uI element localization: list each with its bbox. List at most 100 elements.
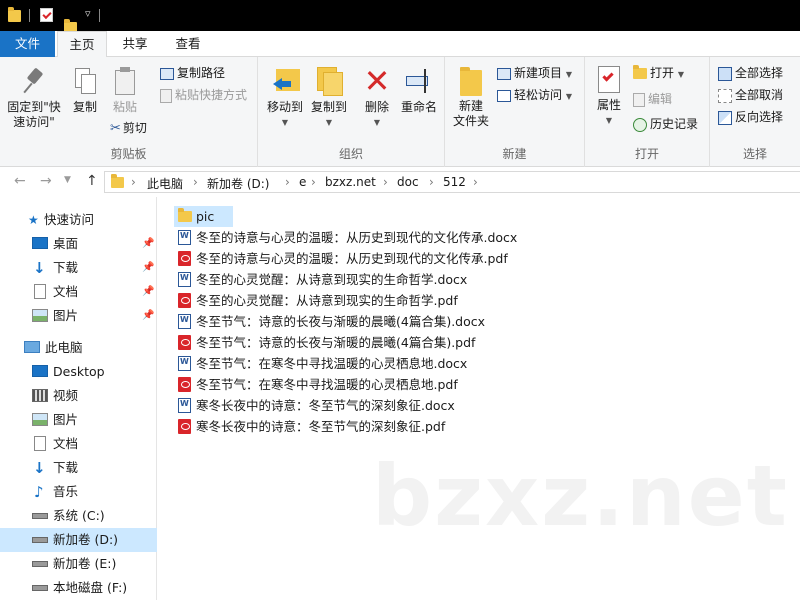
- breadcrumb-chevron[interactable]: ›: [311, 175, 316, 189]
- new-folder-button[interactable]: 新建 文件夹: [448, 65, 494, 129]
- word-document-icon: [178, 314, 191, 329]
- recent-chevron-down-icon[interactable]: ▼: [64, 175, 71, 185]
- file-tab[interactable]: 文件: [0, 31, 55, 57]
- move-to-label: 移动到: [266, 100, 303, 114]
- file-name: 寒冬长夜中的诗意：冬至节气的深刻象征.docx: [196, 398, 455, 413]
- cut-button[interactable]: ✂ 剪切: [110, 118, 147, 138]
- sidebar-item-desktop[interactable]: 桌面 📌: [0, 232, 157, 256]
- pin-icon[interactable]: 📌: [142, 304, 154, 328]
- breadcrumb-doc[interactable]: doc: [397, 175, 419, 189]
- sidebar-item-videos[interactable]: 视频: [0, 384, 157, 408]
- tab-view[interactable]: 查看: [163, 31, 213, 57]
- file-name: pic: [196, 209, 215, 224]
- open-label: 打开: [650, 66, 675, 80]
- properties-icon[interactable]: [40, 8, 53, 22]
- select-all-icon: [718, 66, 732, 81]
- new-folder-label: 新建 文件夹: [452, 99, 489, 128]
- paste-button[interactable]: 粘贴: [106, 67, 144, 115]
- delete-button[interactable]: ✕ 删除 ▼: [358, 65, 396, 130]
- pin-icon[interactable]: 📌: [142, 280, 154, 304]
- sidebar-item-label: 本地磁盘 (F:): [53, 580, 128, 595]
- sidebar-item-pc-downloads[interactable]: ↓ 下载: [0, 456, 157, 480]
- edit-label: 编辑: [648, 92, 673, 106]
- new-item-label: 新建项目: [514, 66, 563, 80]
- sidebar-item-drive-e[interactable]: 新加卷 (E:): [0, 552, 157, 576]
- pdf-icon: [178, 377, 191, 392]
- sidebar-item-label: 系统 (C:): [53, 508, 105, 523]
- new-item-button[interactable]: 新建项目 ▼: [497, 63, 572, 83]
- organize-group-label: 组织: [338, 147, 363, 161]
- folder-icon: [178, 208, 192, 222]
- select-none-button[interactable]: 全部取消: [718, 85, 783, 105]
- paste-shortcut-button[interactable]: 粘贴快捷方式: [160, 85, 247, 105]
- desktop-icon: [32, 365, 48, 377]
- invert-selection-button[interactable]: 反向选择: [718, 107, 783, 127]
- easy-access-icon: [497, 89, 511, 102]
- forward-arrow-icon[interactable]: →: [40, 173, 52, 189]
- breadcrumb-chevron[interactable]: ›: [473, 175, 478, 189]
- edit-icon: [633, 92, 645, 107]
- breadcrumb-chevron[interactable]: ›: [429, 175, 434, 189]
- pin-icon[interactable]: 📌: [142, 256, 154, 280]
- list-item-folder[interactable]: pic: [174, 206, 233, 227]
- sidebar-item-drive-d[interactable]: 新加卷 (D:): [0, 528, 157, 552]
- sidebar-item-label: 下载: [53, 260, 79, 275]
- tab-home[interactable]: 主页: [57, 31, 107, 58]
- history-button[interactable]: 历史记录: [633, 114, 698, 134]
- easy-access-button[interactable]: 轻松访问 ▼: [497, 85, 572, 105]
- breadcrumb-e[interactable]: e: [299, 175, 306, 189]
- move-to-button[interactable]: 移动到 ▼: [263, 65, 307, 130]
- sidebar-item-downloads[interactable]: ↓ 下载 📌: [0, 256, 157, 280]
- breadcrumb-512[interactable]: 512: [443, 175, 466, 189]
- copy-button[interactable]: 复制: [66, 67, 104, 115]
- sidebar-item-drive-c[interactable]: 系统 (C:): [0, 504, 157, 528]
- breadcrumb-chevron[interactable]: ›: [131, 175, 136, 189]
- chevron-down-icon: ▼: [325, 118, 333, 127]
- breadcrumb-chevron[interactable]: ›: [193, 175, 198, 189]
- file-name: 冬至的诗意与心灵的温暖：从历史到现代的文化传承.pdf: [196, 251, 508, 266]
- sidebar-item-pc-desktop[interactable]: Desktop: [0, 360, 157, 384]
- properties-button[interactable]: 属性 ▼: [588, 65, 630, 128]
- up-arrow-icon[interactable]: ↑: [86, 173, 98, 189]
- back-arrow-icon[interactable]: ←: [14, 173, 26, 189]
- sidebar-item-music[interactable]: ♪ 音乐: [0, 480, 157, 504]
- breadcrumb-this-pc[interactable]: 此电脑: [147, 175, 183, 192]
- sidebar-item-quick-access[interactable]: ★ 快速访问: [0, 208, 157, 232]
- sidebar-item-label: 下载: [53, 460, 79, 475]
- rename-button[interactable]: 重命名: [396, 65, 442, 115]
- picture-icon: [32, 309, 48, 322]
- breadcrumb-chevron[interactable]: ›: [285, 175, 290, 189]
- folder-icon[interactable]: [8, 7, 21, 22]
- breadcrumb-chevron[interactable]: ›: [383, 175, 388, 189]
- new-group: 新建 文件夹 新建项目 ▼ 轻松访问 ▼ 新建: [445, 57, 585, 167]
- copy-path-button[interactable]: 复制路径: [160, 63, 225, 83]
- sidebar-item-drive-f[interactable]: 本地磁盘 (F:): [0, 576, 157, 600]
- sidebar-item-pc-pictures[interactable]: 图片: [0, 408, 157, 432]
- pdf-icon: [178, 419, 191, 434]
- select-all-button[interactable]: 全部选择: [718, 63, 783, 83]
- breadcrumb-bzxz[interactable]: bzxz.net: [325, 175, 376, 189]
- sidebar-item-label: 快速访问: [44, 212, 95, 227]
- tab-share[interactable]: 共享: [110, 31, 160, 57]
- sidebar-item-this-pc[interactable]: 此电脑: [0, 336, 157, 360]
- address-box[interactable]: › 此电脑 › 新加卷 (D:) › e › bzxz.net › doc › …: [104, 171, 800, 193]
- sidebar-item-pc-documents[interactable]: 文档: [0, 432, 157, 456]
- edit-button[interactable]: 编辑: [633, 89, 672, 109]
- sidebar-item-documents[interactable]: 文档 📌: [0, 280, 157, 304]
- sidebar-item-label: 桌面: [53, 236, 79, 251]
- sidebar-item-label: 视频: [53, 388, 79, 403]
- pin-quick-access-button[interactable]: 固定到"快速访问": [3, 67, 65, 130]
- copy-to-button[interactable]: 复制到 ▼: [307, 65, 351, 130]
- file-name: 冬至的诗意与心灵的温暖：从历史到现代的文化传承.docx: [196, 230, 518, 245]
- pin-icon[interactable]: 📌: [142, 232, 154, 256]
- open-button[interactable]: 打开 ▼: [633, 63, 684, 83]
- organize-group: 移动到 ▼ 复制到 ▼ ✕ 删除 ▼ 重命名 组织: [258, 57, 445, 167]
- folder-icon: [460, 67, 482, 96]
- paste-label: 粘贴: [112, 100, 137, 114]
- sidebar-item-pictures[interactable]: 图片 📌: [0, 304, 157, 328]
- sidebar-item-label: 新加卷 (E:): [53, 556, 117, 571]
- sidebar-item-label: 此电脑: [45, 340, 83, 355]
- drive-icon: [32, 513, 48, 519]
- breadcrumb-drive-d[interactable]: 新加卷 (D:): [207, 175, 269, 192]
- chevron-down-icon[interactable]: ▿: [85, 7, 91, 20]
